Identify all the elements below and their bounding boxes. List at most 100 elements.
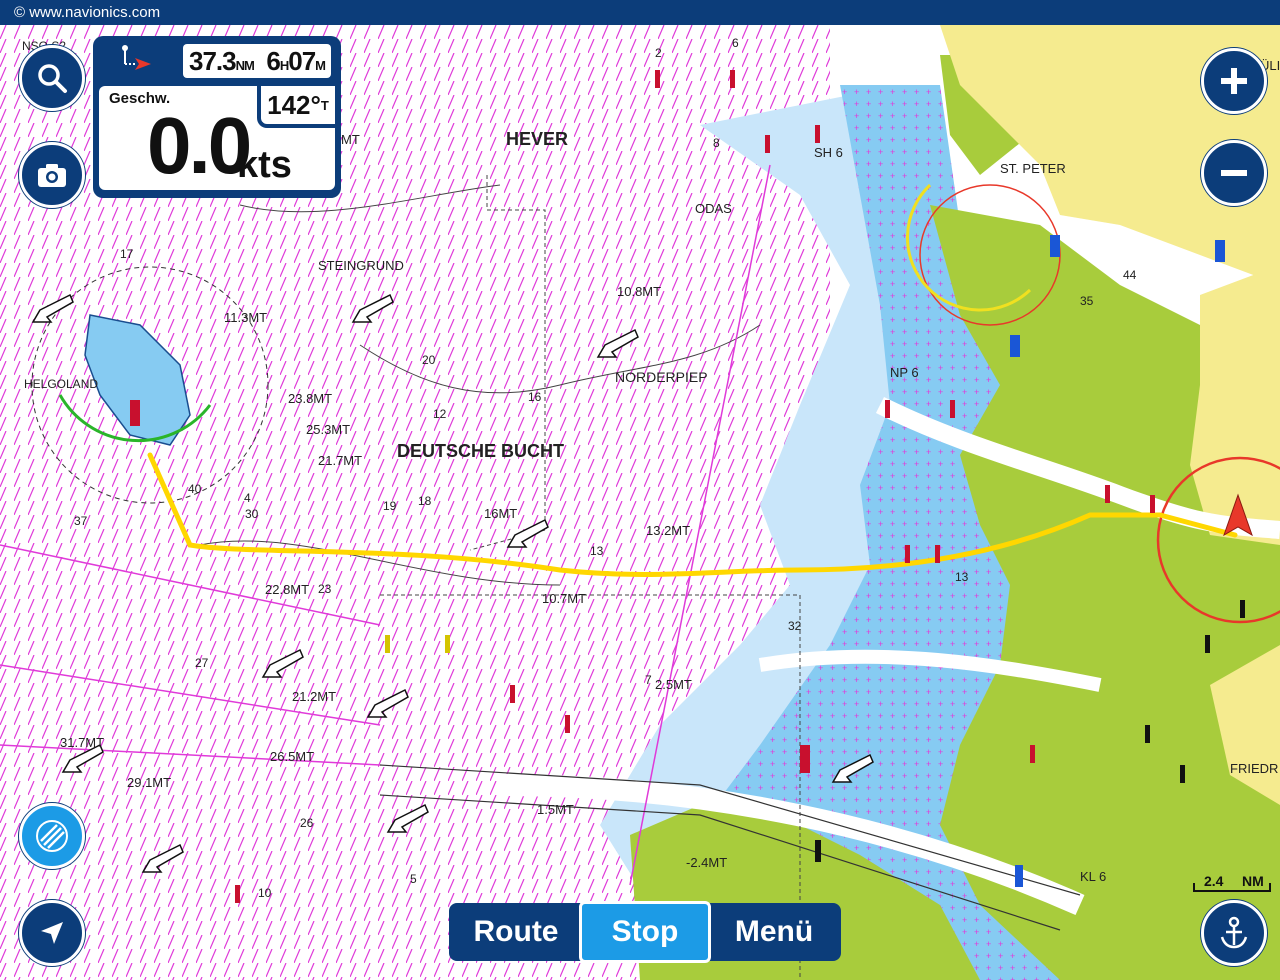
- eta-minutes: 07: [288, 46, 316, 76]
- buoy-marker: [730, 70, 735, 88]
- tracking-button[interactable]: [1201, 900, 1267, 966]
- depth-label: 19: [383, 499, 397, 513]
- buoy-marker: [1015, 865, 1023, 887]
- buoy-marker: [905, 545, 910, 563]
- camera-icon: [38, 164, 66, 187]
- anchor-person-icon: [1220, 916, 1248, 949]
- sounding-label: 23.8MT: [288, 391, 332, 406]
- depth-label: 13: [955, 570, 969, 584]
- location-arrow-icon: [41, 922, 63, 944]
- distance-readout: 37.3NM: [189, 46, 255, 77]
- sounding-label: MT: [341, 132, 360, 147]
- distance-eta-box: 37.3NM 6H07M: [183, 44, 331, 78]
- heading-unit: T: [320, 97, 329, 113]
- depth-label: 8: [713, 136, 720, 150]
- sounding-label: 29.1MT: [127, 775, 171, 790]
- route-arrow-icon: [122, 45, 151, 70]
- eta-hours: 6: [266, 46, 281, 76]
- depth-label: 37: [74, 514, 88, 528]
- buoy-marker: [565, 715, 570, 733]
- chart-layers-icon: [36, 820, 68, 852]
- plus-icon: [1221, 68, 1247, 94]
- buoy-marker: [1240, 600, 1245, 618]
- scale-bar: 2.4 NM: [1192, 873, 1272, 895]
- buoy-marker: [765, 135, 770, 153]
- depth-label: 10: [258, 886, 272, 900]
- buoy-marker: [1215, 240, 1225, 262]
- label-friedr: FRIEDR: [1230, 761, 1278, 776]
- sounding-label: 31.7MT: [60, 735, 104, 750]
- buoy-marker: [1205, 635, 1210, 653]
- sounding-label: 21.2MT: [292, 689, 336, 704]
- depth-label: 20: [422, 353, 436, 367]
- buoy-marker: [1180, 765, 1185, 783]
- buoy-marker: [1145, 725, 1150, 743]
- heading-value: 142°: [267, 89, 321, 120]
- eta-hours-unit: H: [279, 58, 289, 73]
- eta-minutes-unit: M: [315, 58, 326, 73]
- buoy-marker: [385, 635, 390, 653]
- layers-button[interactable]: [19, 803, 85, 869]
- sounding-label: 25.3MT: [306, 422, 350, 437]
- buoy-marker: [800, 745, 810, 773]
- buoy-marker: [445, 635, 450, 653]
- eta-readout: 6H07M: [266, 46, 326, 77]
- location-button[interactable]: [19, 900, 85, 966]
- depth-label: 5: [410, 872, 417, 886]
- depth-label: 7: [645, 673, 652, 687]
- copyright-text: © www.navionics.com: [14, 4, 161, 21]
- buoy-marker: [235, 885, 240, 903]
- sounding-label: -2.4MT: [686, 855, 727, 870]
- depth-label: 35: [1080, 294, 1094, 308]
- scale-line: [1193, 883, 1271, 892]
- zoom-out-button[interactable]: [1201, 140, 1267, 206]
- depth-label: 16: [528, 390, 542, 404]
- sounding-label: 10.8MT: [617, 284, 661, 299]
- distance-value: 37.3: [189, 46, 237, 76]
- label-np6: NP 6: [890, 365, 919, 380]
- navigation-info-panel[interactable]: 37.3NM 6H07M Geschw. 0.0 kts 142° T: [93, 36, 341, 198]
- depth-label: 13: [590, 544, 604, 558]
- depth-label: 44: [1123, 268, 1137, 282]
- depth-label: 12: [433, 407, 447, 421]
- distance-unit: NM: [235, 58, 255, 73]
- buoy-marker: [510, 685, 515, 703]
- depth-label: 17: [120, 247, 134, 261]
- label-hever: HEVER: [506, 129, 568, 149]
- buoy-marker: [815, 840, 821, 862]
- buoy-marker: [1105, 485, 1110, 503]
- label-steingrund: STEINGRUND: [318, 258, 404, 273]
- zoom-in-button[interactable]: [1201, 48, 1267, 114]
- search-button[interactable]: [19, 45, 85, 111]
- speed-box: Geschw. 0.0 kts 142° T: [99, 86, 335, 190]
- sounding-label: 16MT: [484, 506, 517, 521]
- buoy-marker: [815, 125, 820, 143]
- tab-route[interactable]: Route: [453, 907, 579, 957]
- label-st-peter: ST. PETER: [1000, 161, 1066, 176]
- buoy-marker: [1050, 235, 1060, 257]
- magnifier-icon: [38, 64, 67, 93]
- tab-stop[interactable]: Stop: [579, 901, 711, 963]
- label-norderpiep: NORDERPIEP: [615, 369, 708, 385]
- label-deutsche-bucht: DEUTSCHE BUCHT: [397, 441, 564, 461]
- depth-label: 27: [195, 656, 209, 670]
- sounding-label: 2.5MT: [655, 677, 692, 692]
- heading-box: 142° T: [257, 86, 335, 128]
- copyright-bar: © www.navionics.com: [0, 0, 1280, 25]
- sounding-label: 22.8MT: [265, 582, 309, 597]
- buoy-marker: [885, 400, 890, 418]
- buoy-marker: [1150, 495, 1155, 513]
- buoy-marker: [130, 400, 140, 426]
- depth-label: 4: [244, 491, 251, 505]
- sounding-label: 1.5MT: [537, 802, 574, 817]
- buoy-marker: [1010, 335, 1020, 357]
- buoy-marker: [1030, 745, 1035, 763]
- depth-label: 26: [300, 816, 314, 830]
- buoy-marker: [935, 545, 940, 563]
- bottom-tab-bar: Route Stop Menü: [449, 901, 841, 963]
- sounding-label: 21.7MT: [318, 453, 362, 468]
- sounding-label: 10.7MT: [542, 591, 586, 606]
- depth-label: 6: [732, 36, 739, 50]
- tab-menu[interactable]: Menü: [711, 907, 837, 957]
- camera-button[interactable]: [19, 142, 85, 208]
